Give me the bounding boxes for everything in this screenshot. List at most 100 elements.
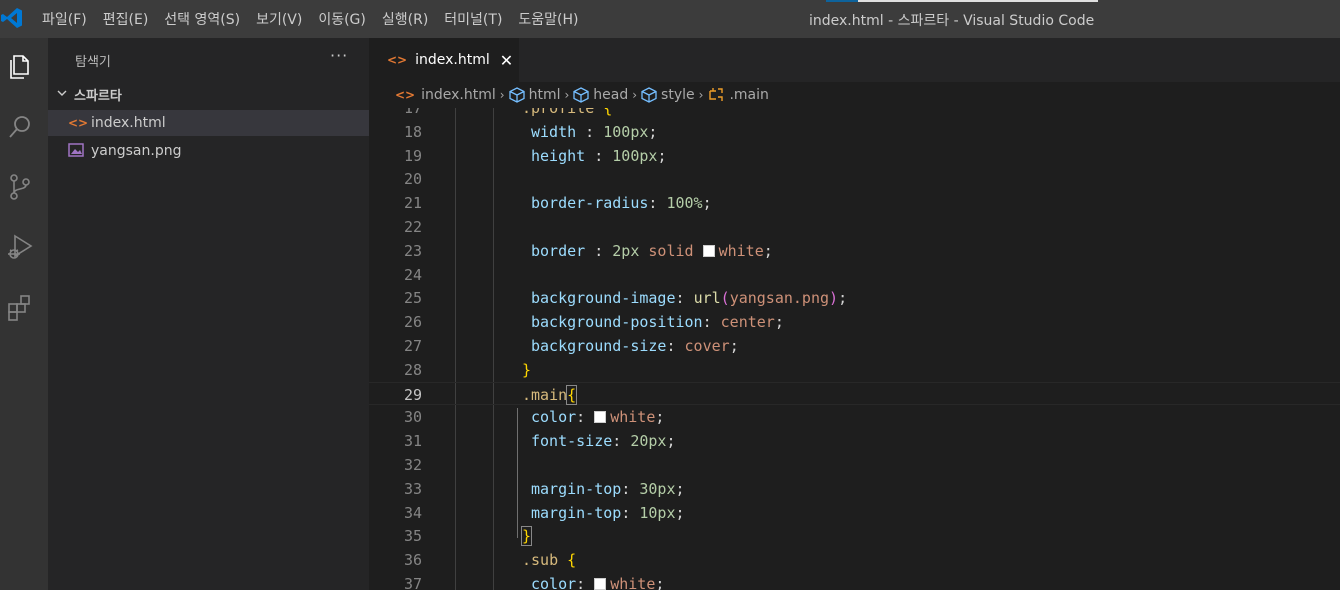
file-item-index-html[interactable]: <> index.html [48,110,369,136]
code-line[interactable]: 35} [369,524,1340,548]
code-line[interactable]: 19 height : 100px; [369,144,1340,168]
line-number: 21 [403,194,422,213]
line-number: 26 [403,313,422,332]
source-control-icon[interactable] [4,170,36,204]
line-number: 17 [403,108,422,117]
cube-icon [508,87,525,103]
code-text: background-size: cover; [531,337,739,355]
code-text: width : 100px; [531,122,658,141]
line-number: 29 [403,385,422,404]
line-number: 22 [403,218,422,236]
code-line[interactable]: 27 background-size: cover; [369,334,1340,358]
line-number: 30 [403,408,422,427]
code-line[interactable]: 30 color: white; [369,405,1340,429]
folder-name: 스파르타 [74,88,122,104]
code-line[interactable]: 34 margin-top: 10px; [369,501,1340,525]
line-number: 28 [403,360,422,379]
code-text: .sub { [522,551,577,570]
code-text: font-size: 20px; [531,432,676,451]
activity-bar [0,38,48,590]
line-number: 18 [403,122,422,141]
code-editor[interactable]: 17 .profile { 18 width : 100px; 19 height : 1… [369,108,1340,590]
menu-terminal[interactable]: 터미널(T) [436,9,510,29]
line-number: 36 [403,551,422,570]
code-text: border-radius: 100%; [531,194,712,213]
line-number: 27 [403,337,422,355]
code-line[interactable]: 25 background-image: url(yangsan.png); [369,286,1340,310]
code-text: margin-top: 10px; [531,503,685,522]
menu-selection[interactable]: 선택 영역(S) [156,9,248,29]
code-line[interactable]: 37 color: white; [369,572,1340,590]
code-line[interactable]: 22 [369,215,1340,239]
run-debug-icon[interactable] [4,230,36,264]
code-line[interactable]: 29 .main{ [369,381,1340,406]
line-number: 20 [403,170,422,189]
line-number: 23 [403,241,422,260]
html-file-icon: <> [68,116,89,130]
breadcrumb-style[interactable]: style [641,87,695,103]
code-text: color: white; [531,408,665,427]
code-text: color: white; [531,575,665,590]
line-number: 19 [403,146,422,165]
tab-index-html[interactable]: <> index.html ✕ [369,38,519,82]
chevron-right-icon: › [698,88,704,102]
color-swatch[interactable] [594,411,607,424]
code-line[interactable]: 17 .profile { [369,108,1340,120]
code-line[interactable]: 36 .sub { [369,548,1340,572]
line-number: 32 [403,456,422,474]
menu-view[interactable]: 보기(V) [248,9,310,29]
file-name: index.html [91,115,166,131]
code-line[interactable]: 33 margin-top: 30px; [369,477,1340,501]
code-text: } [522,360,532,379]
code-line[interactable]: 32 [369,453,1340,477]
chevron-right-icon: › [632,88,638,102]
tab-label: index.html [415,52,490,68]
breadcrumb-file[interactable]: <> index.html [395,87,496,103]
code-line[interactable]: 26 background-position: center; [369,310,1340,334]
code-line[interactable]: 18 width : 100px; [369,120,1340,144]
menu-run[interactable]: 실행(R) [374,9,436,29]
menu-edit[interactable]: 편집(E) [95,9,157,29]
code-line[interactable]: 24 [369,263,1340,287]
code-text: .profile { [522,108,613,117]
breadcrumb-main[interactable]: .main [707,87,769,103]
folder-row[interactable]: 스파르타 [48,82,369,106]
chevron-down-icon [56,87,70,102]
vscode-logo-icon[interactable] [0,6,24,30]
chevron-right-icon: › [564,88,570,102]
line-number: 33 [403,479,422,498]
selector-icon [709,88,724,101]
code-line[interactable]: 31 font-size: 20px; [369,429,1340,453]
search-icon[interactable] [4,110,36,144]
color-swatch[interactable] [594,578,607,590]
chevron-right-icon: › [499,88,505,102]
code-line[interactable]: 20 [369,167,1340,191]
editor-tab-bar: <> index.html ✕ [369,38,1340,82]
sidebar-title: 탐색기 [75,55,111,70]
line-number: 35 [403,527,422,546]
line-number: 31 [403,432,422,451]
color-swatch[interactable] [702,244,715,257]
html-file-icon: <> [387,53,408,67]
code-text: } [520,526,533,547]
explorer-icon[interactable] [4,50,36,84]
close-icon[interactable]: ✕ [500,51,513,70]
code-text: height : 100px; [531,146,667,165]
menu-bar: 파일(F) 편집(E) 선택 영역(S) 보기(V) 이동(G) 실행(R) 터… [34,0,587,38]
code-line[interactable]: 23 border : 2px solid white; [369,239,1340,263]
file-item-yangsan-png[interactable]: yangsan.png [48,138,369,164]
menu-file[interactable]: 파일(F) [34,9,95,29]
explorer-sidebar: 탐색기 ··· 스파르타 <> index.html yangsan.png [48,38,369,590]
accent-strip-light [858,0,1098,2]
window-title: index.html - 스파르타 - Visual Studio Code [809,13,1095,29]
breadcrumb-head[interactable]: head [573,87,628,103]
menu-help[interactable]: 도움말(H) [510,9,586,29]
file-name: yangsan.png [91,143,182,159]
breadcrumb-html[interactable]: html [508,87,560,103]
more-actions-icon[interactable]: ··· [330,46,348,65]
extensions-icon[interactable] [4,290,36,324]
image-file-icon [68,142,86,160]
code-line[interactable]: 21 border-radius: 100%; [369,191,1340,215]
menu-go[interactable]: 이동(G) [310,9,374,29]
code-line[interactable]: 28} [369,358,1340,382]
